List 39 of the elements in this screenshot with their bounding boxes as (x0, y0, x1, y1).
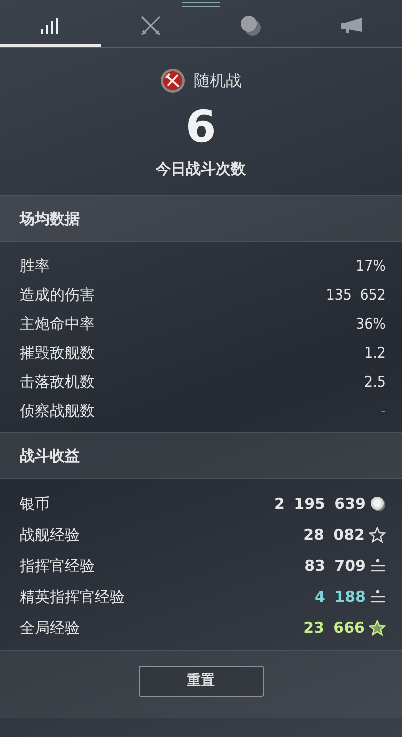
coin-icon (370, 496, 386, 512)
stat-value: 17% (356, 256, 386, 278)
stat-label: 主炮命中率 (20, 314, 95, 336)
battle-count-label: 今日战斗次数 (154, 159, 247, 180)
stat-label: 侦察战舰数 (20, 401, 95, 422)
stat-label: 击落敌机数 (20, 372, 95, 394)
crossed-swords-icon (140, 15, 162, 37)
megaphone-icon (340, 18, 364, 34)
stat-value: 36% (356, 314, 386, 336)
battle-mode-icon (160, 68, 186, 94)
earning-label: 战舰经验 (20, 525, 80, 546)
stat-value: - (381, 401, 386, 422)
stat-value: 135 652 (326, 285, 386, 306)
earning-value: 4 188 (315, 587, 366, 608)
reset-button[interactable]: 重置 (138, 666, 264, 697)
bar-chart-icon (41, 18, 60, 34)
earning-label: 全局经验 (20, 618, 80, 640)
section-title: 战斗收益 (20, 446, 80, 465)
stat-value: 2.5 (364, 372, 386, 394)
stat-label: 摧毁敌舰数 (20, 343, 95, 364)
rank-icon (370, 559, 386, 574)
section-title: 场均数据 (20, 210, 80, 228)
rank-icon (370, 590, 386, 604)
earning-label: 精英指挥官经验 (20, 587, 125, 608)
drag-handle[interactable] (182, 2, 220, 6)
earning-label: 指挥官经验 (20, 556, 95, 578)
stat-label: 造成的伤害 (20, 285, 95, 306)
earning-value: 28 082 (304, 525, 365, 546)
stat-value: 1.2 (364, 343, 386, 364)
earning-value: 83 709 (304, 556, 366, 578)
star-icon (369, 620, 386, 636)
earning-label: 银币 (20, 494, 50, 516)
star-icon (369, 527, 386, 544)
coins-icon (240, 15, 262, 37)
stat-label: 胜率 (20, 256, 50, 278)
earning-value: 2 195 639 (274, 494, 366, 516)
earning-value: 23 666 (304, 618, 365, 640)
battle-mode-label: 随机战 (194, 70, 242, 92)
battle-count: 6 (184, 104, 218, 152)
